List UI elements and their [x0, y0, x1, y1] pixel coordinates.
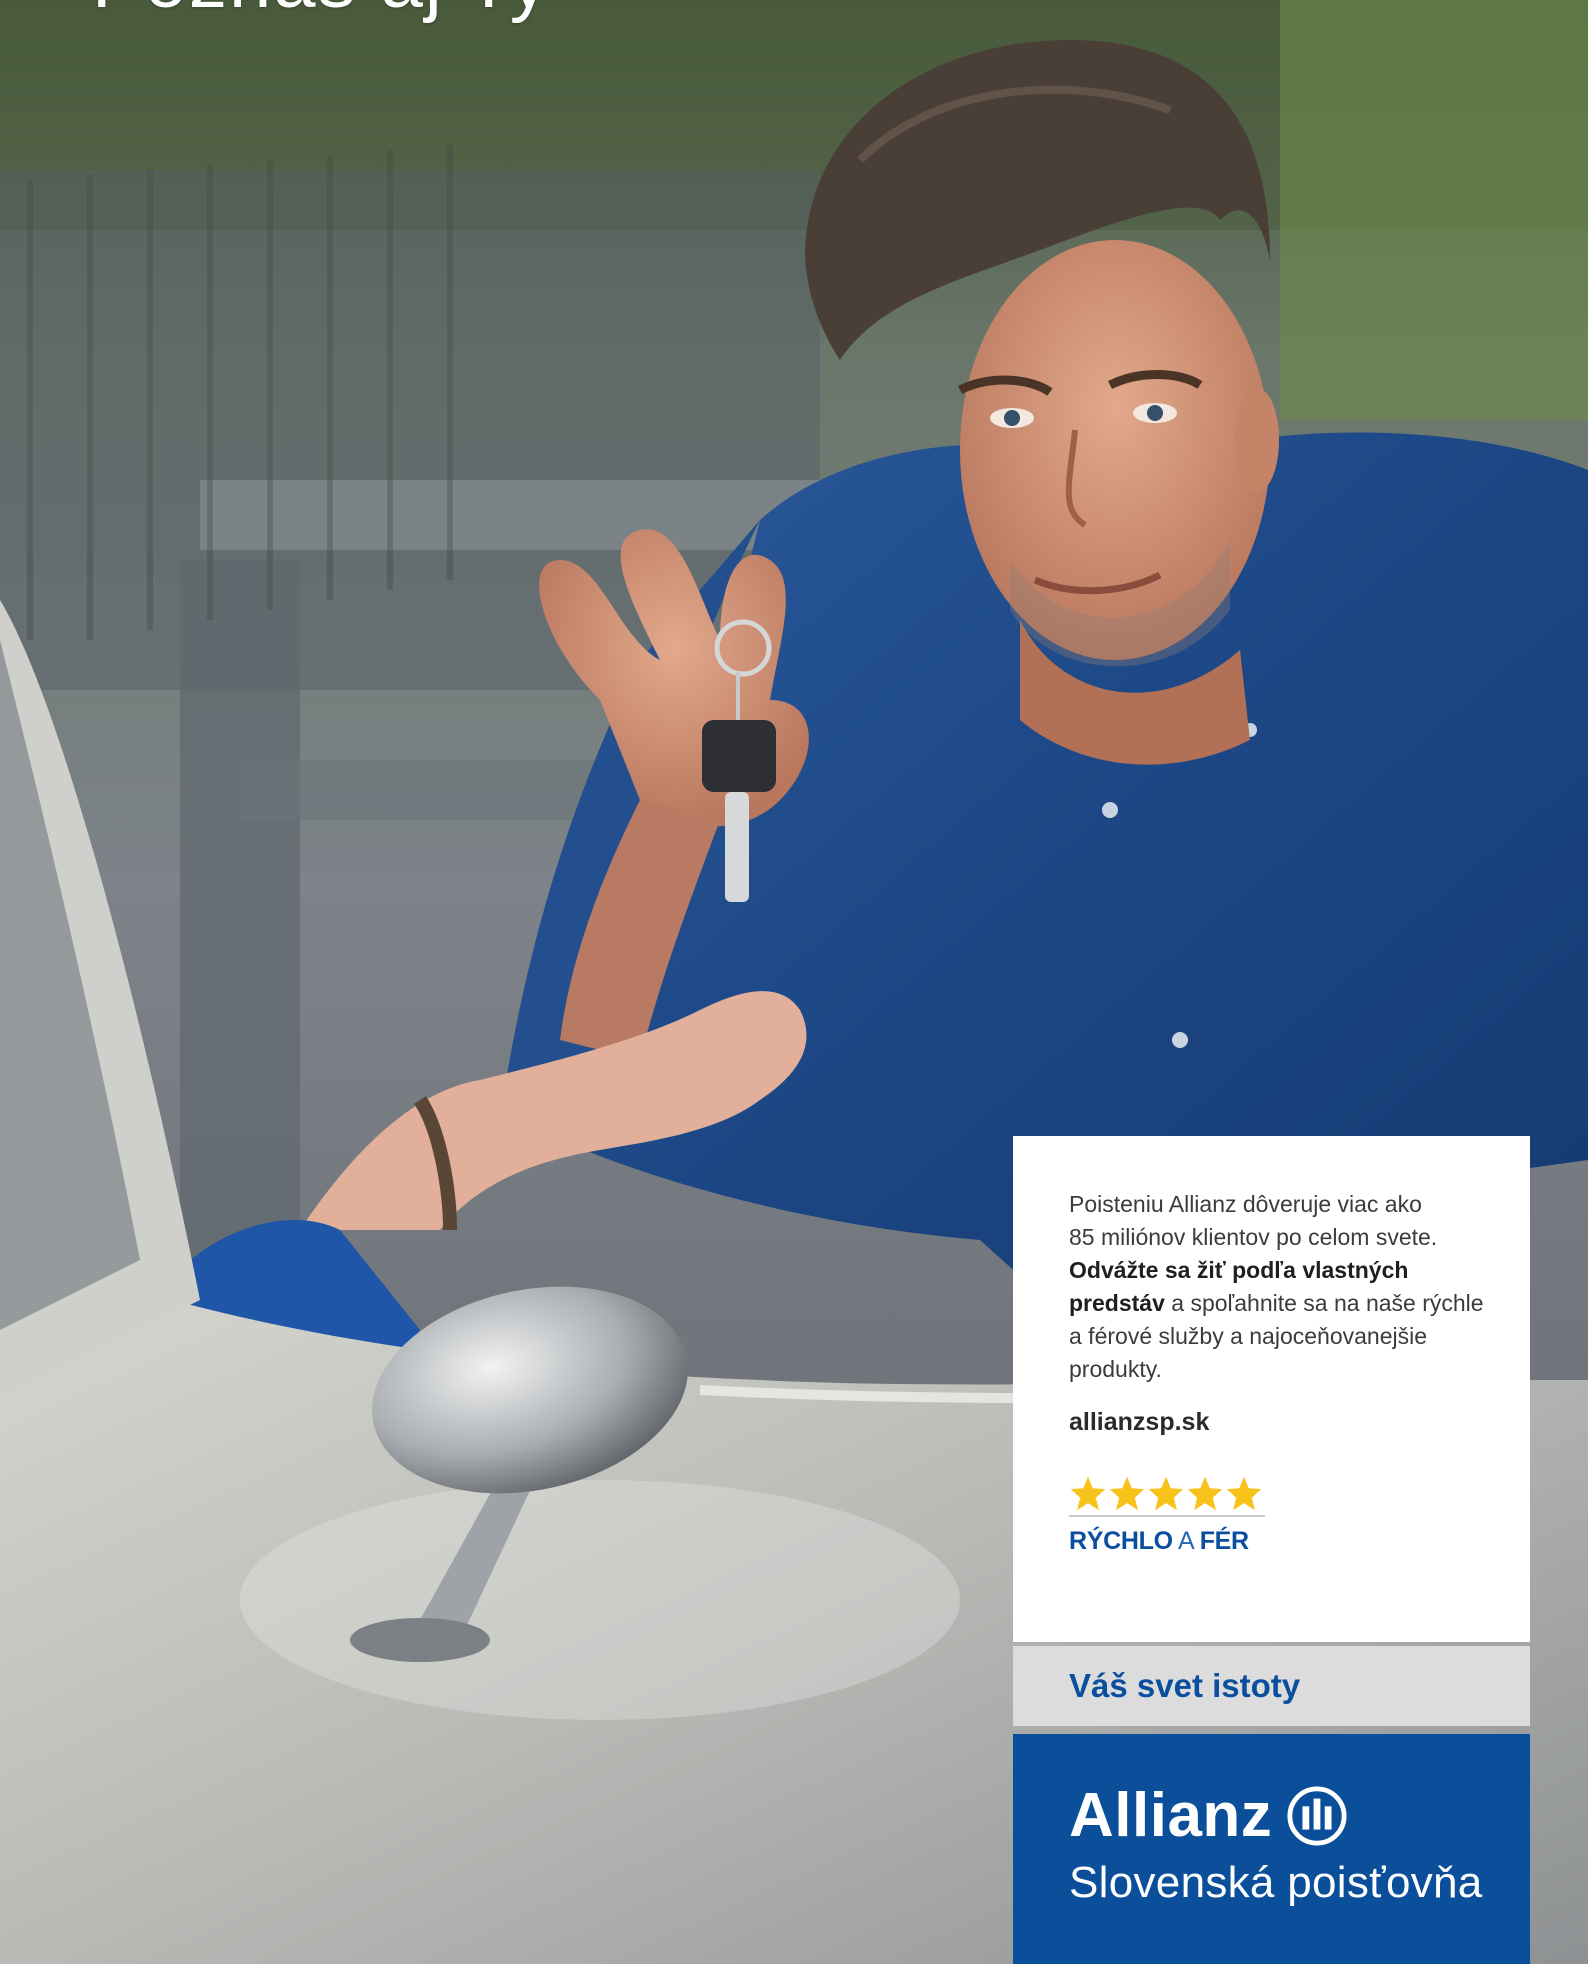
star-icon	[1148, 1476, 1184, 1511]
rating-badge: RÝCHLO A FÉR	[1069, 1475, 1265, 1556]
tagline: Váš svet istoty	[1069, 1667, 1301, 1704]
rating-stars	[1069, 1475, 1265, 1511]
star-icon	[1070, 1476, 1106, 1511]
info-text-line2: 85 miliónov klientov po celom svete.	[1069, 1224, 1438, 1250]
brand-logo-block: Allianz Slovenská poisťovňa	[1013, 1734, 1530, 1964]
brand-logo: Allianz	[1069, 1780, 1530, 1852]
info-text-line1: Poisteniu Allianz dôveruje viac ako	[1069, 1191, 1422, 1217]
website-link[interactable]: allianzsp.sk	[1069, 1408, 1209, 1437]
brand-subtitle: Slovenská poisťovňa	[1069, 1858, 1483, 1907]
brand-name: Allianz	[1069, 1781, 1273, 1850]
tagline-bar: Váš svet istoty	[1013, 1646, 1530, 1726]
rating-label-fair: FÉR	[1199, 1527, 1249, 1555]
star-icon	[1187, 1476, 1223, 1511]
headline: Poznáš aj Ty	[92, 0, 550, 25]
rating-label: RÝCHLO A FÉR	[1069, 1527, 1265, 1556]
rating-label-fast: RÝCHLO	[1069, 1527, 1173, 1555]
rating-divider	[1069, 1515, 1265, 1517]
info-text: Poisteniu Allianz dôveruje viac ako 85 m…	[1069, 1188, 1500, 1386]
info-card: Poisteniu Allianz dôveruje viac ako 85 m…	[1013, 1136, 1530, 1642]
star-icon	[1109, 1476, 1145, 1511]
allianz-eagle-icon	[1287, 1786, 1347, 1846]
rating-label-and: A	[1172, 1527, 1200, 1555]
star-icon	[1226, 1476, 1262, 1511]
